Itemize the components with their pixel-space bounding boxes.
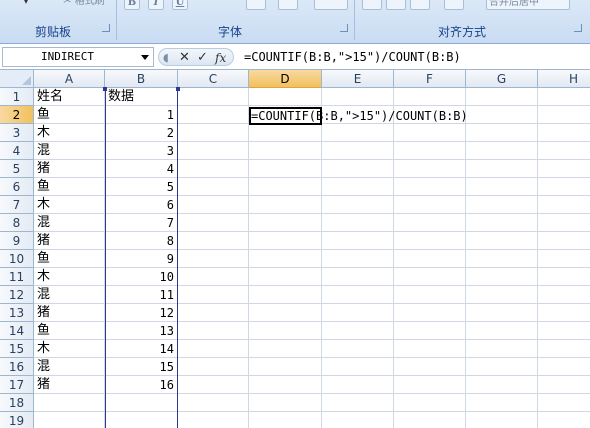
gridline-vertical: [537, 88, 538, 428]
row-header-12[interactable]: 12: [0, 286, 34, 304]
select-all-button[interactable]: [0, 70, 34, 88]
row-header-18[interactable]: 18: [0, 394, 34, 412]
gridline-vertical: [465, 88, 466, 428]
cell-a17[interactable]: 猪: [34, 376, 105, 394]
italic-button[interactable]: I: [148, 0, 164, 10]
column-header-a[interactable]: A: [34, 70, 105, 88]
cell-a7[interactable]: 木: [34, 196, 105, 214]
formula-buttons: ◖ ✕ ✓ fx: [158, 48, 234, 66]
name-box[interactable]: INDIRECT: [2, 47, 154, 67]
range-resize-handle[interactable]: [176, 87, 180, 91]
format-painter-button[interactable]: ✂ 格式刷: [58, 0, 110, 10]
cell-a13[interactable]: 猪: [34, 304, 105, 322]
merge-center-button[interactable]: 合并后居中: [486, 0, 570, 10]
row-header-8[interactable]: 8: [0, 214, 34, 232]
row-header-10[interactable]: 10: [0, 250, 34, 268]
paste-dropdown-button[interactable]: ▾: [20, 0, 32, 10]
text-cursor: [320, 108, 321, 124]
cell-a6[interactable]: 鱼: [34, 178, 105, 196]
cell-a5[interactable]: 猪: [34, 160, 105, 178]
font-group-label: 字体: [218, 25, 243, 39]
column-header-g[interactable]: G: [466, 70, 538, 88]
gridline-vertical: [248, 88, 249, 428]
cancel-icon[interactable]: ✕: [179, 50, 190, 66]
cell-a14[interactable]: 鱼: [34, 322, 105, 340]
row-header-11[interactable]: 11: [0, 268, 34, 286]
cell-a11[interactable]: 木: [34, 268, 105, 286]
formula-reference-range: [105, 89, 178, 428]
clipboard-dialog-launcher-icon[interactable]: [102, 24, 110, 32]
row-header-15[interactable]: 15: [0, 340, 34, 358]
cell-a10[interactable]: 鱼: [34, 250, 105, 268]
column-header-b[interactable]: B: [105, 70, 178, 88]
formula-bar: INDIRECT ◖ ✕ ✓ fx =COUNTIF(B:B,">15")/CO…: [0, 44, 590, 70]
align-right-button[interactable]: [410, 0, 430, 10]
underline-button[interactable]: U: [172, 0, 188, 10]
borders-button[interactable]: [246, 0, 266, 10]
cell-a16[interactable]: 混: [34, 358, 105, 376]
group-separator: [116, 0, 117, 40]
cell-a18[interactable]: [34, 394, 105, 412]
align-left-button[interactable]: [362, 0, 382, 10]
cell-a3[interactable]: 木: [34, 124, 105, 142]
column-header-h[interactable]: H: [538, 70, 590, 88]
phonetic-button[interactable]: [314, 0, 348, 10]
row-header-13[interactable]: 13: [0, 304, 34, 322]
font-dialog-launcher-icon[interactable]: [340, 24, 348, 32]
gridline-vertical: [321, 88, 322, 428]
row-header-19[interactable]: 19: [0, 412, 34, 428]
name-box-value: INDIRECT: [41, 50, 94, 63]
chevron-down-icon[interactable]: [141, 55, 149, 60]
merge-center-label: 合并后居中: [489, 0, 539, 8]
cell-a2[interactable]: 鱼: [34, 106, 105, 124]
cell-a1[interactable]: 姓名: [34, 88, 105, 106]
row-header-17[interactable]: 17: [0, 376, 34, 394]
column-header-d[interactable]: D: [249, 70, 322, 88]
select-all-icon: [22, 76, 31, 85]
cell-a9[interactable]: 猪: [34, 232, 105, 250]
cell-a8[interactable]: 混: [34, 214, 105, 232]
row-header-3[interactable]: 3: [0, 124, 34, 142]
column-header-f[interactable]: F: [394, 70, 466, 88]
formula-input[interactable]: =COUNTIF(B:B,">15")/COUNT(B:B): [240, 47, 590, 67]
group-separator: [354, 0, 355, 40]
enter-icon[interactable]: ✓: [197, 50, 208, 66]
range-resize-handle[interactable]: [103, 87, 107, 91]
row-header-9[interactable]: 9: [0, 232, 34, 250]
cell-a19[interactable]: [34, 412, 105, 428]
ribbon: ▾ ✂ 格式刷 剪贴板 B I U 字体 合并后居中 对齐方式: [0, 0, 590, 44]
insert-function-icon[interactable]: fx: [215, 50, 226, 66]
row-header-4[interactable]: 4: [0, 142, 34, 160]
row-header-7[interactable]: 7: [0, 196, 34, 214]
fill-color-button[interactable]: [278, 0, 298, 10]
row-header-5[interactable]: 5: [0, 160, 34, 178]
cell-a12[interactable]: 混: [34, 286, 105, 304]
worksheet-grid[interactable]: A B C D E F G H 1 姓名 数据 2 鱼 1 3 木 2 4 混 3 5 猪 4 6 鱼 5 7 木 6 8 混 7 9 猪 8 10 鱼…: [0, 70, 590, 428]
alignment-dialog-launcher-icon[interactable]: [574, 24, 582, 32]
column-header-c[interactable]: C: [178, 70, 249, 88]
row-header-1[interactable]: 1: [0, 88, 34, 106]
cell-a4[interactable]: 混: [34, 142, 105, 160]
row-header-16[interactable]: 16: [0, 358, 34, 376]
align-center-button[interactable]: [386, 0, 406, 10]
row-header-2[interactable]: 2: [0, 106, 34, 124]
column-header-e[interactable]: E: [322, 70, 394, 88]
row-header-14[interactable]: 14: [0, 322, 34, 340]
bold-button[interactable]: B: [124, 0, 140, 10]
alignment-group-label: 对齐方式: [438, 25, 487, 39]
cell-a15[interactable]: 木: [34, 340, 105, 358]
row-header-6[interactable]: 6: [0, 178, 34, 196]
indent-button[interactable]: [444, 0, 464, 10]
cell-editor-text[interactable]: =COUNTIF(B:B,">15")/COUNT(B:B): [251, 108, 468, 124]
formula-bar-handle-icon[interactable]: ◖: [163, 50, 169, 66]
clipboard-group-label: 剪贴板: [35, 25, 72, 39]
gridline-vertical: [393, 88, 394, 428]
